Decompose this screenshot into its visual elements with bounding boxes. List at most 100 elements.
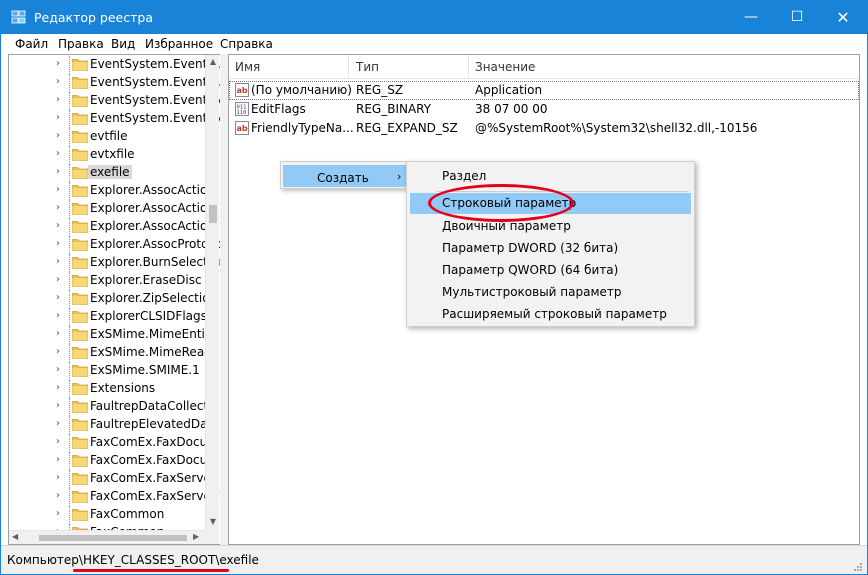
submenu-item-binary-value[interactable]: Двоичный параметр	[410, 216, 691, 237]
tree-item[interactable]: › EventSystem.EventSys	[9, 92, 220, 110]
hscroll-thumb[interactable]	[39, 535, 187, 541]
annotation-underline	[73, 569, 229, 572]
minimize-button[interactable]: —	[728, 1, 774, 34]
tree-item[interactable]: › exefile	[9, 164, 209, 182]
menu-favorites[interactable]: Избранное	[145, 37, 213, 51]
list-item[interactable]: ab (По умолчанию) REG_SZ Application	[229, 81, 859, 100]
menu-item-create-label: Создать	[317, 171, 369, 185]
resize-grip-icon[interactable]	[853, 562, 863, 572]
tree-item[interactable]: › evtxfile	[9, 146, 209, 164]
column-value-header[interactable]: Значение	[475, 60, 535, 74]
tree-item[interactable]: › FaxComEx.FaxServer	[9, 470, 216, 488]
column-divider[interactable]	[348, 55, 349, 79]
tree-item[interactable]: › EventSystem.EventSul	[9, 74, 220, 92]
submenu-item-label: Расширяемый строковый параметр	[442, 307, 667, 321]
tree-item[interactable]: › Explorer.AssocActionI	[9, 182, 218, 200]
chevron-right-icon[interactable]: ›	[56, 76, 66, 87]
chevron-right-icon[interactable]: ›	[56, 472, 66, 483]
column-type-header[interactable]: Тип	[356, 60, 379, 74]
tree-item-label: EventSystem.EventSul	[90, 75, 220, 89]
tree-connector-line	[69, 290, 70, 308]
chevron-right-icon[interactable]: ›	[56, 238, 66, 249]
chevron-right-icon[interactable]: ›	[56, 148, 66, 159]
title-bar[interactable]: Редактор реестра — ☐ ✕	[1, 1, 867, 34]
key-tree[interactable]: › EventSystem.EventSul › EventSystem.EventS…	[8, 54, 220, 545]
value-data: Application	[475, 83, 543, 97]
chevron-right-icon[interactable]: ›	[56, 454, 66, 465]
submenu-item-multistring-value[interactable]: Мультистроковый параметр	[410, 282, 691, 303]
pane-splitter[interactable]	[220, 54, 228, 545]
tree-item[interactable]: › Explorer.AssocActionI	[9, 200, 218, 218]
column-divider[interactable]	[468, 55, 469, 79]
chevron-right-icon[interactable]: ›	[56, 202, 66, 213]
chevron-right-icon[interactable]: ›	[56, 220, 66, 231]
chevron-right-icon[interactable]: ›	[56, 364, 66, 375]
chevron-right-icon[interactable]: ›	[56, 418, 66, 429]
chevron-right-icon[interactable]: ›	[56, 508, 66, 519]
tree-item-label: ExSMime.MimeEntity.	[90, 327, 219, 341]
chevron-right-icon[interactable]: ›	[56, 274, 66, 285]
menu-view[interactable]: Вид	[111, 37, 135, 51]
chevron-right-icon[interactable]: ›	[56, 256, 66, 267]
close-button[interactable]: ✕	[820, 1, 866, 34]
chevron-right-icon[interactable]: ›	[56, 328, 66, 339]
chevron-right-icon[interactable]: ›	[56, 400, 66, 411]
menu-help[interactable]: Справка	[220, 37, 273, 51]
tree-item[interactable]: › ExplorerCLSIDFlags	[9, 308, 209, 326]
tree-item[interactable]: › Explorer.EraseDisc	[9, 272, 209, 290]
tree-item[interactable]: › EventSystem.EventSul	[9, 56, 220, 74]
tree-item[interactable]: › FaxComEx.FaxDocum	[9, 452, 219, 470]
list-item[interactable]: ab FriendlyTypeNa... REG_EXPAND_SZ @%Sys…	[229, 119, 859, 138]
submenu-item-dword-value[interactable]: Параметр DWORD (32 бита)	[410, 238, 691, 259]
chevron-right-icon[interactable]: ›	[56, 166, 66, 177]
scroll-up-icon[interactable]: ▲	[208, 57, 218, 66]
tree-horizontal-scrollbar[interactable]: ◀ ▶	[9, 530, 205, 544]
chevron-right-icon[interactable]: ›	[56, 292, 66, 303]
submenu-item-qword-value[interactable]: Параметр QWORD (64 бита)	[410, 260, 691, 281]
tree-item[interactable]: › FaxComEx.FaxDocum	[9, 434, 219, 452]
tree-item[interactable]: › Explorer.AssocProtoco	[9, 236, 220, 254]
chevron-right-icon[interactable]: ›	[56, 130, 66, 141]
tree-item[interactable]: › EventSystem.EventSys	[9, 110, 220, 128]
chevron-right-icon[interactable]: ›	[56, 490, 66, 501]
tree-item-label: Explorer.BurnSelection	[90, 255, 220, 269]
chevron-right-icon[interactable]: ›	[56, 346, 66, 357]
tree-item[interactable]: › ExSMime.MimeReade	[9, 344, 219, 362]
chevron-right-icon[interactable]: ›	[56, 184, 66, 195]
submenu-item-label: Раздел	[442, 169, 487, 183]
scroll-thumb[interactable]	[209, 205, 217, 223]
chevron-right-icon[interactable]: ›	[56, 112, 66, 123]
submenu-item-key[interactable]: Раздел	[410, 166, 691, 187]
scroll-left-icon[interactable]: ◀	[12, 532, 18, 541]
scroll-down-icon[interactable]: ▼	[208, 517, 218, 526]
tree-item[interactable]: › Explorer.ZipSelection	[9, 290, 217, 308]
maximize-button[interactable]: ☐	[774, 1, 820, 34]
tree-item[interactable]: › FaxComEx.FaxServer.1	[9, 488, 220, 506]
submenu-item-label: Мультистроковый параметр	[442, 285, 622, 299]
tree-item[interactable]: › Extensions	[9, 380, 209, 398]
tree-item[interactable]: › FaultrepElevatedData	[9, 416, 220, 434]
menu-edit[interactable]: Правка	[58, 37, 104, 51]
chevron-right-icon[interactable]: ›	[56, 382, 66, 393]
list-item[interactable]: 011 110 EditFlags REG_BINARY 38 07 00 00	[229, 100, 859, 119]
tree-item[interactable]: › evtfile	[9, 128, 209, 146]
tree-item[interactable]: › ExSMime.MimeEntity.	[9, 326, 219, 344]
menu-item-create[interactable]: Создать ›	[283, 165, 408, 187]
tree-vertical-scrollbar[interactable]: ▲ ▼	[205, 55, 219, 530]
menu-file[interactable]: Файл	[15, 37, 48, 51]
create-submenu: Раздел Строковый параметр Двоичный парам…	[406, 161, 695, 327]
submenu-item-expandable-string-value[interactable]: Расширяемый строковый параметр	[410, 304, 691, 325]
chevron-right-icon[interactable]: ›	[56, 58, 66, 69]
chevron-right-icon[interactable]: ›	[56, 310, 66, 321]
tree-item-label: FaultrepElevatedData	[90, 417, 220, 431]
chevron-right-icon[interactable]: ›	[56, 436, 66, 447]
column-name-header[interactable]: Имя	[235, 60, 260, 74]
tree-item[interactable]: › ExSMime.SMIME.1	[9, 362, 209, 380]
tree-item[interactable]: › Explorer.BurnSelection	[9, 254, 220, 272]
tree-item[interactable]: › FaxCommon	[9, 506, 209, 524]
scroll-right-icon[interactable]: ▶	[193, 532, 199, 541]
tree-connector-line	[69, 218, 70, 236]
tree-item[interactable]: › Explorer.AssocActionI	[9, 218, 218, 236]
tree-item[interactable]: › FaultrepDataCollectio	[9, 398, 219, 416]
chevron-right-icon[interactable]: ›	[56, 94, 66, 105]
